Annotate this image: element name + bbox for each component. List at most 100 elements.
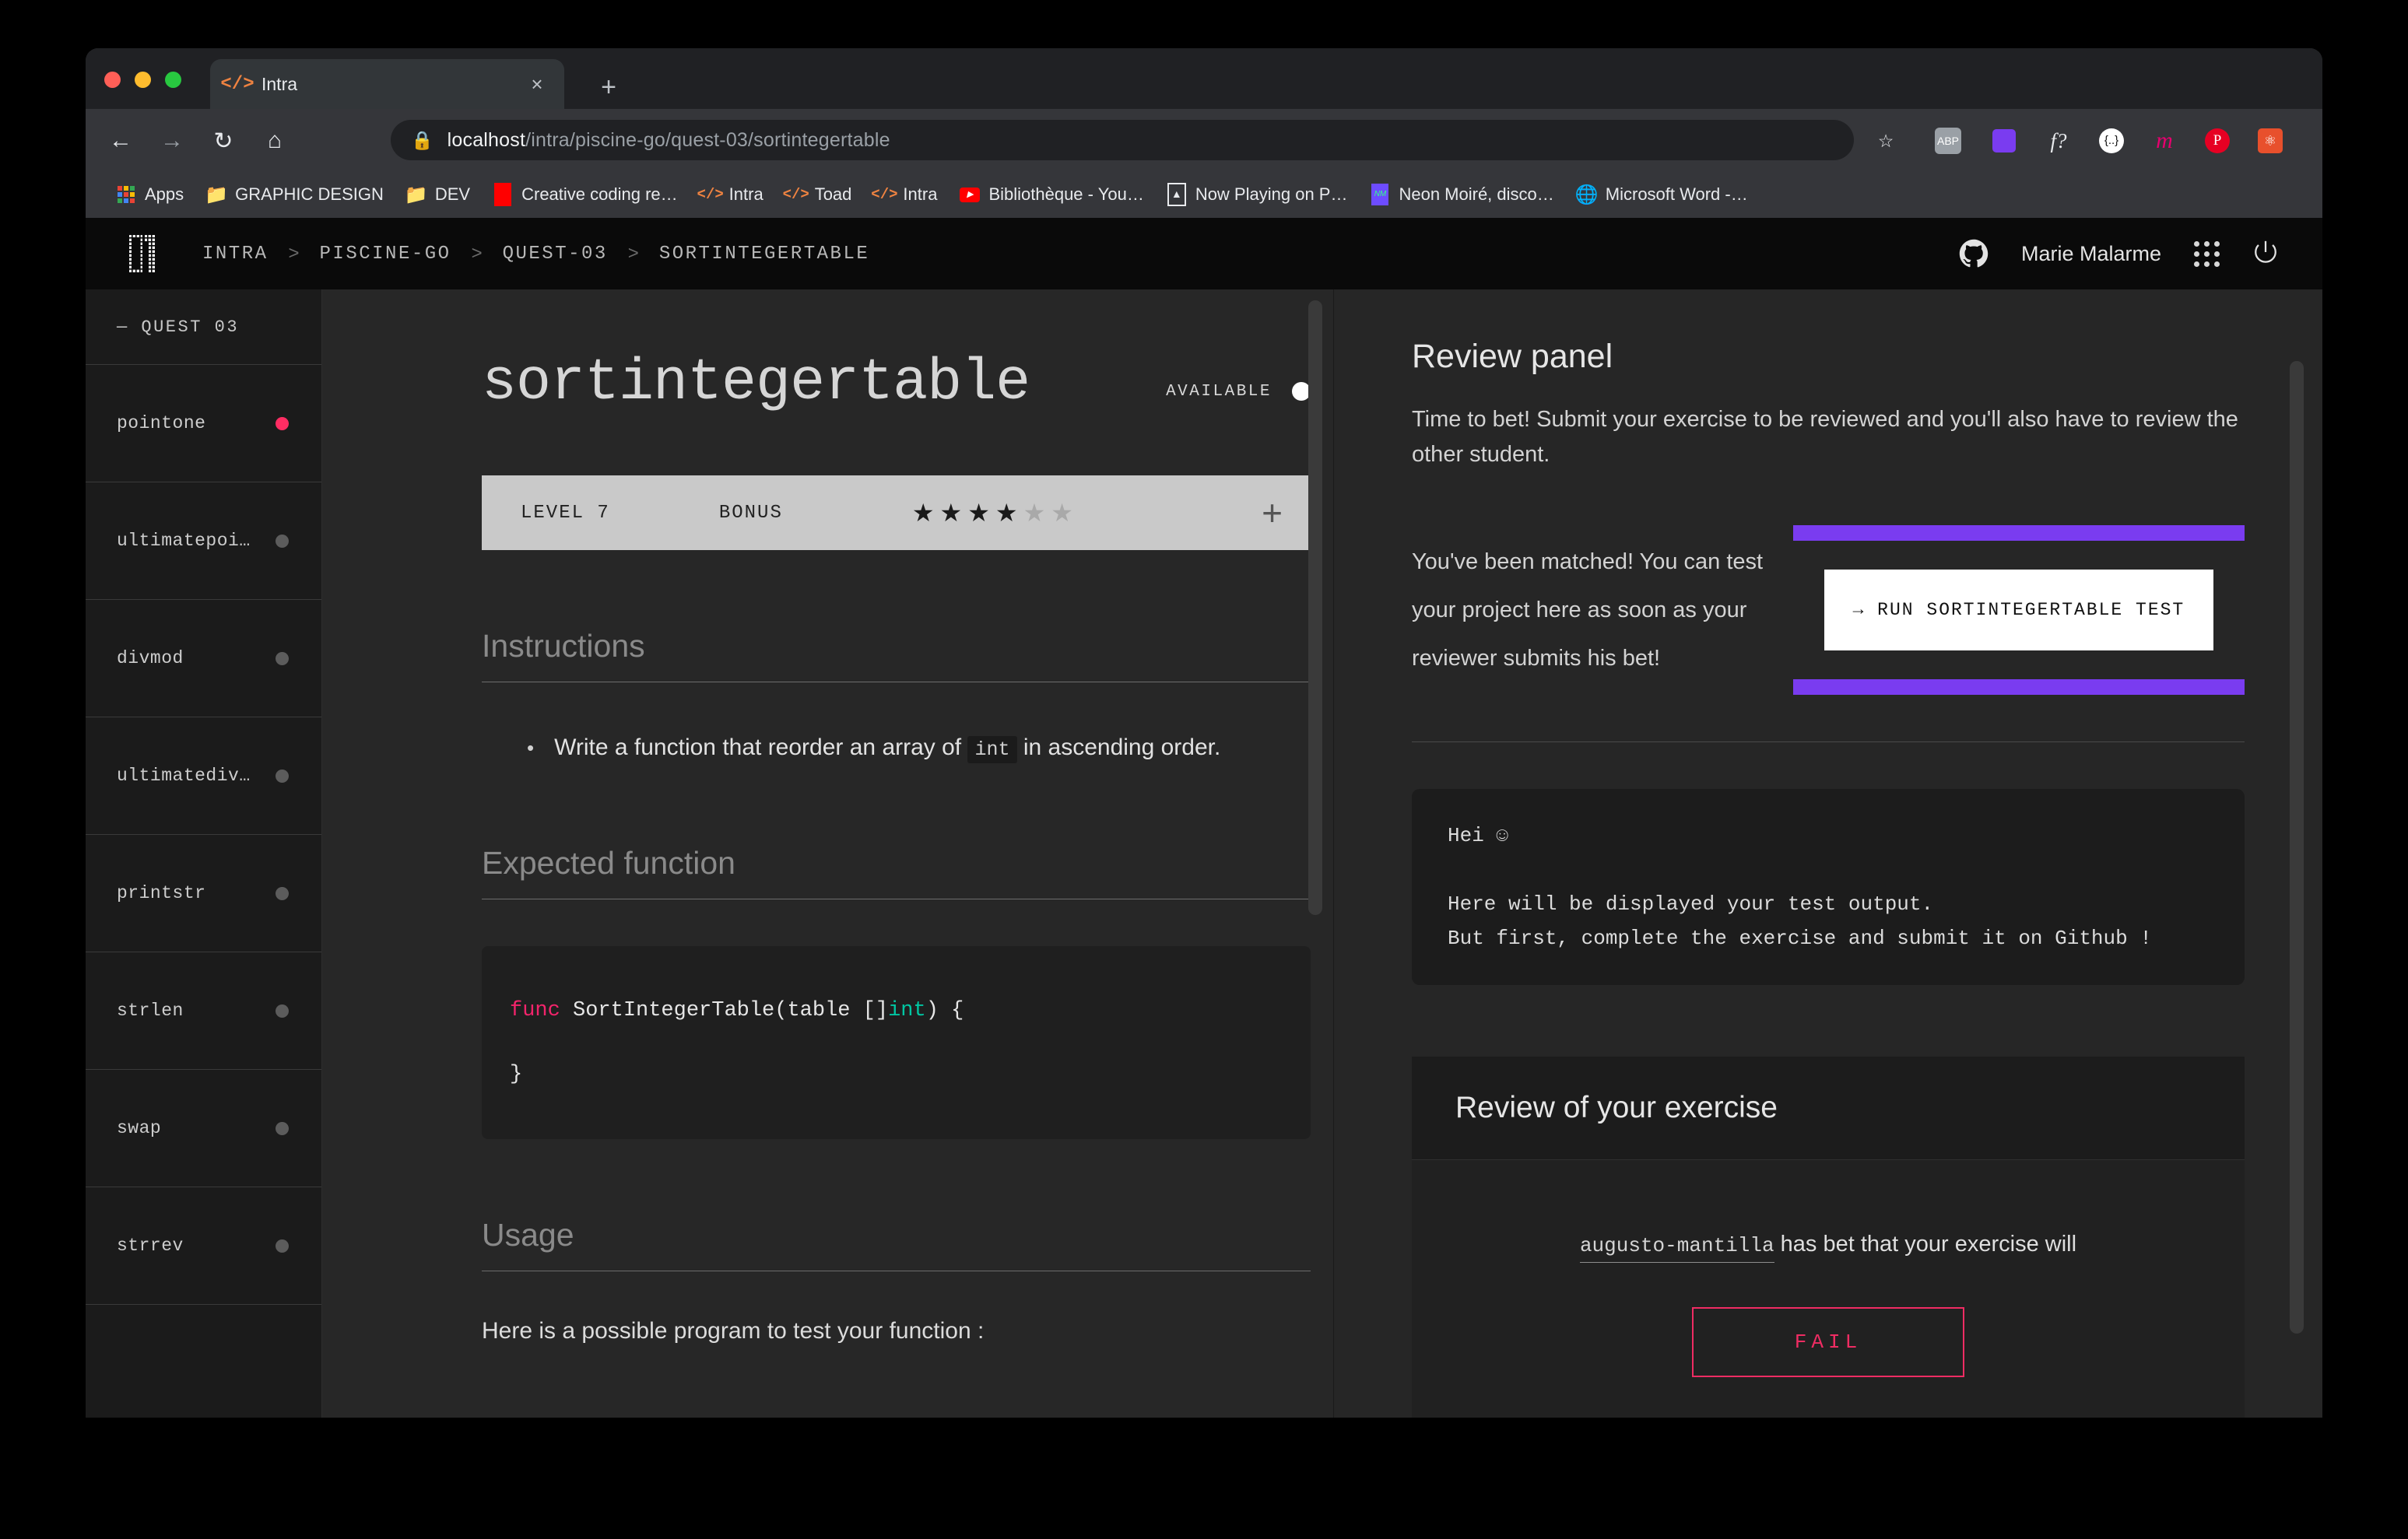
bookmark-apps[interactable]: Apps [106, 177, 194, 212]
maximize-window-button[interactable] [165, 72, 181, 88]
code-icon: </> [871, 186, 898, 203]
bookmark-toad[interactable]: </> Toad [776, 177, 862, 212]
usage-section-header: Usage [482, 1217, 1311, 1271]
star-icon: ★ [911, 499, 935, 527]
minimize-window-button[interactable] [135, 72, 151, 88]
reload-icon[interactable]: ↻ [205, 123, 241, 159]
breadcrumb-item-sortintegertable[interactable]: SORTINTEGERTABLE [659, 244, 869, 265]
test-output-terminal: Hei ☺ Here will be displayed your test o… [1412, 789, 2245, 985]
sidebar-item-pointone[interactable]: pointone [86, 365, 321, 482]
breadcrumb: INTRA > PISCINE-GO > QUEST-03 > SORTINTE… [202, 243, 869, 265]
star-icon[interactable]: ☆ [1868, 123, 1904, 159]
code-close: } [510, 1063, 523, 1086]
breadcrumb-item-piscine-go[interactable]: PISCINE-GO [320, 244, 451, 265]
logo-svg [128, 233, 163, 274]
bookmark-bibliotheque[interactable]: ▶ Bibliothèque - You… [950, 177, 1153, 212]
home-icon[interactable]: ⌂ [257, 123, 293, 159]
adblock-icon[interactable]: ABP [1930, 123, 1966, 159]
apps-grid-icon [116, 184, 136, 205]
window-controls[interactable] [104, 72, 181, 88]
instructions-text: Write a function that reorder an array o… [554, 731, 1220, 767]
bookmark-intra-1[interactable]: </> Intra [690, 177, 774, 212]
star-icon: ★ [939, 499, 963, 527]
bookmark-label: Intra [903, 184, 938, 204]
code-icon: </> [220, 73, 254, 95]
instructions-prefix: Write a function that reorder an array o… [554, 734, 968, 760]
colorpick-icon[interactable] [1986, 123, 2022, 159]
bookmark-creative-coding[interactable]: Creative coding re… [483, 177, 688, 212]
run-test-inner: → RUN SORTINTEGERTABLE TEST [1792, 541, 2245, 679]
apps-grid-icon[interactable] [2194, 240, 2220, 267]
run-test-button[interactable]: → RUN SORTINTEGERTABLE TEST [1824, 570, 2213, 650]
sidebar-item-printstr[interactable]: printstr [86, 835, 321, 952]
usage-text: Here is a possible program to test your … [482, 1318, 985, 1344]
review-pane-scrollbar[interactable] [2290, 361, 2304, 1334]
new-tab-button[interactable]: + [591, 72, 626, 106]
close-icon[interactable]: × [524, 71, 550, 97]
review-card-body: augusto-mantilla has bet that your exerc… [1412, 1159, 2245, 1418]
sidebar-item-ultimatepointone[interactable]: ultimatepoi… [86, 482, 321, 600]
status-dot [276, 1121, 289, 1135]
expand-icon[interactable]: + [1262, 495, 1283, 531]
sidebar-header[interactable]: — QUEST 03 [86, 289, 321, 365]
review-card-header: Review of your exercise [1412, 1057, 2245, 1159]
instructions-bullet: • Write a function that reorder an array… [482, 731, 1311, 767]
bet-user[interactable]: augusto-mantilla [1579, 1234, 1774, 1263]
logo-01-icon[interactable] [128, 233, 163, 274]
fontface-icon[interactable]: f? [2041, 123, 2076, 159]
status-dot [276, 886, 289, 900]
react-icon[interactable]: ⚛ [2252, 123, 2288, 159]
bet-text: has bet that your exercise will [1774, 1232, 2077, 1257]
sidebar-item-strlen[interactable]: strlen [86, 952, 321, 1070]
url-text: localhost/intra/piscine-go/quest-03/sort… [448, 129, 890, 152]
exercise-pane-scrollbar[interactable] [1308, 300, 1322, 915]
review-card: Review of your exercise augusto-mantilla… [1412, 1057, 2245, 1418]
breadcrumb-item-intra[interactable]: INTRA [202, 244, 269, 265]
bet-result-button[interactable]: FAIL [1692, 1307, 1964, 1377]
sidebar-item-ultimatedivmod[interactable]: ultimatediv… [86, 717, 321, 835]
bonus-label: BONUS [718, 502, 783, 524]
page-title: sortintegertable [482, 350, 1030, 416]
bookmark-now-playing[interactable]: ▲ Now Playing on P… [1157, 177, 1358, 212]
bookmark-label: Creative coding re… [521, 184, 678, 204]
breadcrumb-item-quest-03[interactable]: QUEST-03 [503, 244, 608, 265]
bookmark-microsoft-word[interactable]: 🌐 Microsoft Word -… [1567, 177, 1758, 212]
youtube-icon: ▶ [960, 184, 981, 205]
globe-icon: 🌐 [1574, 184, 1599, 205]
status-dot [276, 416, 289, 430]
sidebar-item-strrev[interactable]: strrev [86, 1187, 321, 1305]
star-icon: ★ [995, 499, 1018, 527]
screen: </> Intra × + ← → ↻ ⌂ 🔒 localhost/intra/… [0, 0, 2408, 1539]
json-icon[interactable]: {..} [2094, 123, 2129, 159]
pinterest-icon[interactable]: P [2199, 123, 2235, 159]
red-square-icon [493, 183, 513, 206]
review-panel-title: Review panel [1412, 338, 1613, 375]
instructions-suffix: in ascending order. [1016, 734, 1221, 760]
sidebar-item-label: strlen [117, 1001, 184, 1021]
user-name[interactable]: Marie Malarme [2021, 242, 2161, 266]
close-window-button[interactable] [104, 72, 121, 88]
bookmark-dev[interactable]: 📁 DEV [396, 177, 480, 212]
power-icon[interactable] [2252, 239, 2279, 269]
divider: | [2305, 123, 2322, 159]
status-dot [276, 534, 289, 548]
folder-icon: 📁 [404, 184, 428, 205]
back-icon[interactable]: ← [103, 123, 139, 159]
bookmark-intra-2[interactable]: </> Intra [864, 177, 947, 212]
forward-icon[interactable]: → [154, 123, 190, 159]
sidebar-item-divmod[interactable]: divmod [86, 600, 321, 717]
code-keyword: func [510, 999, 560, 1022]
bookmark-label: Apps [145, 184, 184, 204]
bookmark-neon-moire[interactable]: NM Neon Moiré, disco… [1360, 177, 1564, 212]
status-dot [276, 651, 289, 665]
mailchimp-icon[interactable]: m [2146, 123, 2182, 159]
sidebar-item-label: ultimatediv… [117, 766, 251, 786]
sidebar-item-swap[interactable]: swap [86, 1070, 321, 1187]
browser-tab[interactable]: </> Intra × [210, 59, 564, 109]
star-icon: ★ [967, 499, 990, 527]
bookmark-graphic-design[interactable]: 📁 GRAPHIC DESIGN [196, 177, 394, 212]
tab-strip: </> Intra × + [86, 48, 2322, 109]
star-icon: ★ [1051, 499, 1073, 527]
address-bar[interactable]: 🔒 localhost/intra/piscine-go/quest-03/so… [391, 120, 1854, 160]
github-icon[interactable] [1959, 239, 1989, 268]
